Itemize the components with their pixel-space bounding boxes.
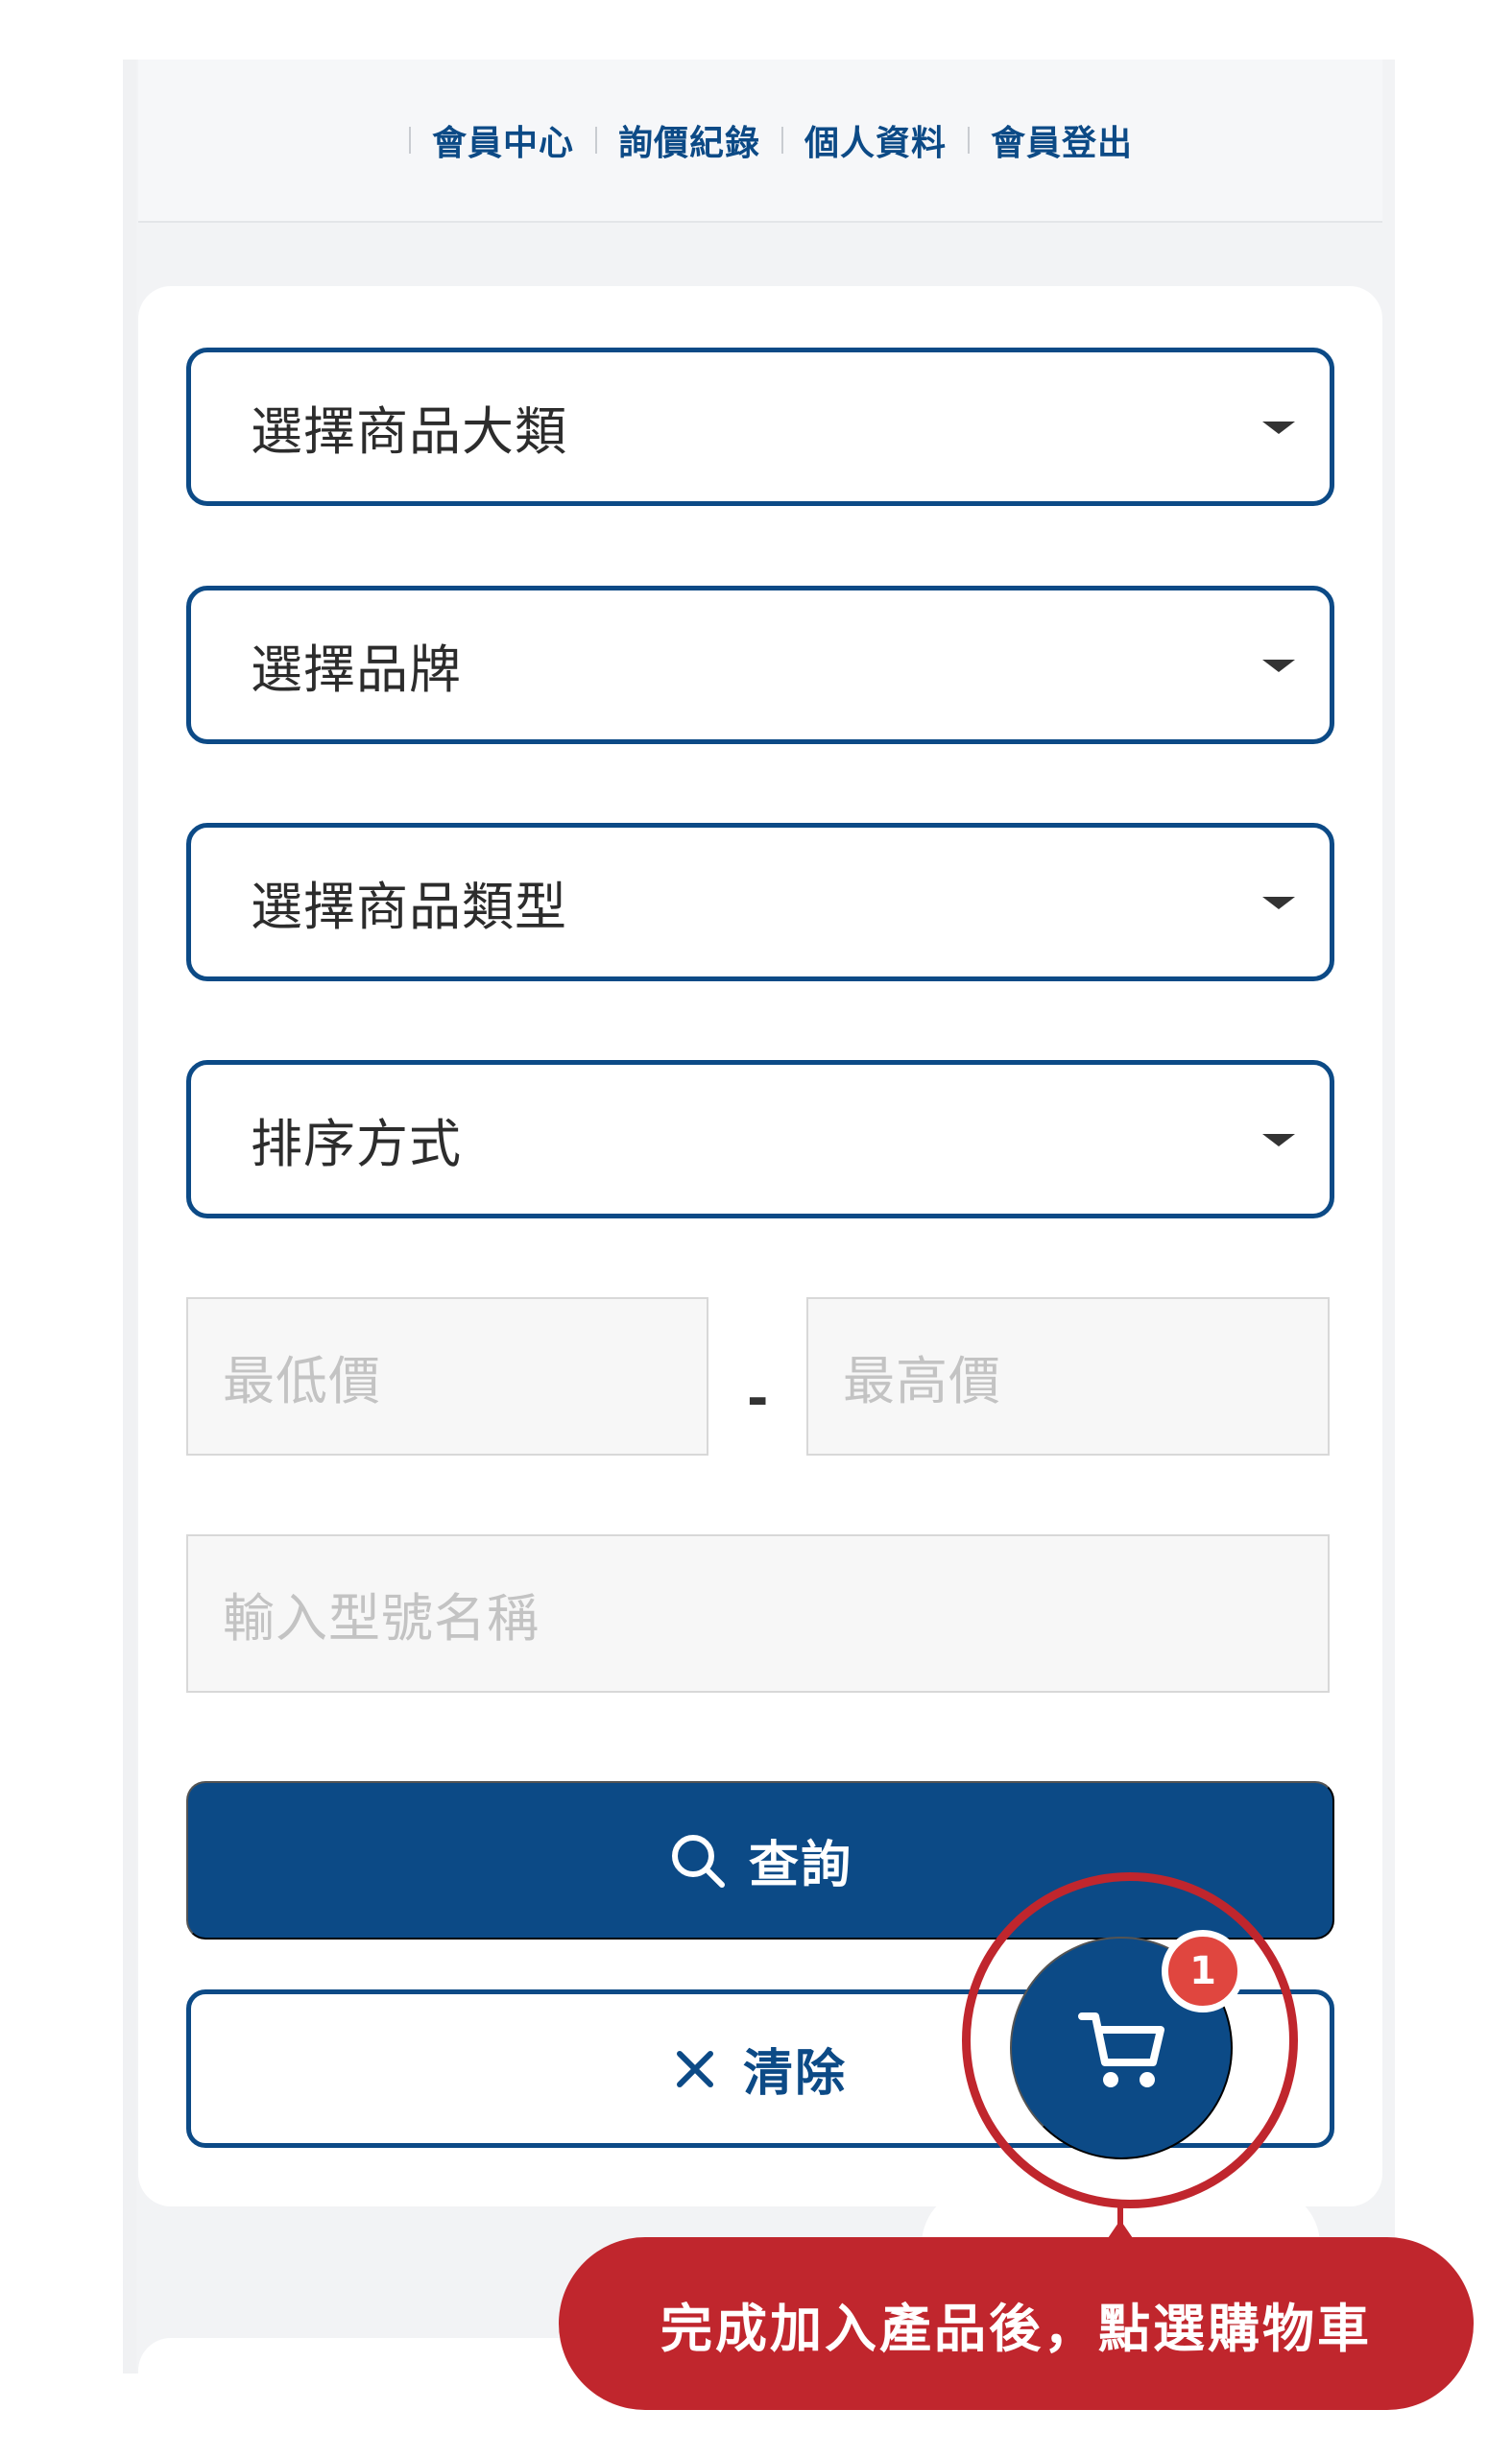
clear-button-label: 清除: [742, 2046, 847, 2102]
nav-divider: [781, 127, 783, 154]
sort-select[interactable]: 排序方式: [186, 1060, 1334, 1218]
instruction-callout-text: 完成加入產品後，點選購物車: [660, 2298, 1372, 2359]
search-icon: [671, 1834, 725, 1888]
search-button-label: 查詢: [748, 1838, 852, 1893]
nav-link-logout[interactable]: 會員登出: [991, 115, 1133, 165]
cart-count-badge: 1: [1162, 1930, 1244, 2012]
member-nav: 會員中心 詢價紀錄 個人資料 會員登出: [138, 60, 1382, 223]
min-price-placeholder: 最低價: [223, 1351, 381, 1411]
nav-divider: [408, 127, 411, 154]
close-icon: [676, 2050, 713, 2087]
nav-divider: [968, 127, 971, 154]
brand-select-label: 選擇品牌: [251, 639, 462, 700]
max-price-input[interactable]: 最高價: [806, 1297, 1330, 1456]
sort-select-label: 排序方式: [251, 1114, 462, 1174]
nav-divider: [594, 127, 597, 154]
price-range-separator: -: [747, 1368, 769, 1429]
instruction-callout: 完成加入產品後，點選購物車: [559, 2237, 1474, 2410]
nav-link-profile[interactable]: 個人資料: [804, 115, 947, 165]
min-price-input[interactable]: 最低價: [186, 1297, 708, 1456]
caret-down-icon: [1262, 421, 1295, 434]
nav-link-inquiry-records[interactable]: 詢價紀錄: [618, 115, 760, 165]
product-type-select-label: 選擇商品類型: [251, 877, 567, 937]
nav-link-member-center[interactable]: 會員中心: [432, 115, 574, 165]
max-price-placeholder: 最高價: [843, 1351, 1001, 1411]
caret-down-icon: [1262, 1133, 1295, 1146]
brand-select[interactable]: 選擇品牌: [186, 586, 1334, 744]
model-name-input[interactable]: 輸入型號名稱: [186, 1534, 1330, 1693]
category-select[interactable]: 選擇商品大類: [186, 348, 1334, 506]
model-name-placeholder: 輸入型號名稱: [223, 1588, 540, 1649]
product-type-select[interactable]: 選擇商品類型: [186, 823, 1334, 981]
cart-icon: [1078, 2012, 1164, 2087]
category-select-label: 選擇商品大類: [251, 401, 567, 462]
caret-down-icon: [1262, 659, 1295, 672]
caret-down-icon: [1262, 896, 1295, 909]
